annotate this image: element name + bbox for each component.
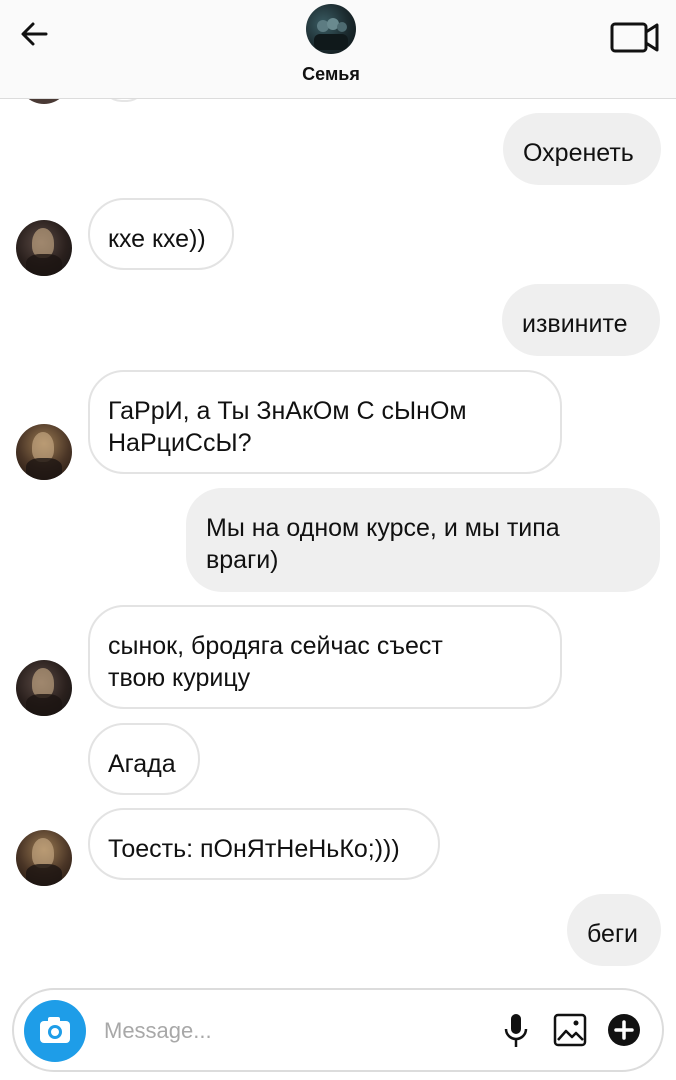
- message-bubble-incoming[interactable]: ГаРрИ, а Ты ЗнАкОм С сЫнОм НаРциСсЫ?: [88, 370, 562, 474]
- image-icon: [553, 1013, 587, 1047]
- message-input[interactable]: [102, 1010, 476, 1052]
- camera-icon: [40, 1017, 70, 1043]
- chat-header: Семья: [0, 0, 676, 99]
- message-text-line: ГаРрИ, а Ты ЗнАкОм С сЫнОм: [108, 397, 467, 425]
- message-text: кхе кхе)): [108, 225, 206, 253]
- message-bubble-incoming[interactable]: Агада: [88, 723, 200, 795]
- message-bubble-incoming[interactable]: кхе кхе)): [88, 198, 234, 270]
- message-text-line: НаРциСсЫ?: [108, 429, 252, 457]
- more-options-button[interactable]: [606, 1012, 642, 1048]
- camera-button[interactable]: [24, 1000, 86, 1062]
- group-avatar[interactable]: [306, 4, 356, 54]
- message-text-line: враги): [206, 546, 279, 574]
- message-bubble-outgoing[interactable]: извините: [502, 284, 660, 356]
- video-call-button[interactable]: [608, 18, 662, 58]
- gallery-button[interactable]: [552, 1012, 588, 1048]
- avatar[interactable]: [16, 220, 72, 276]
- message-text: беги: [587, 920, 639, 948]
- microphone-icon: [504, 1014, 528, 1047]
- microphone-button[interactable]: [502, 1012, 530, 1050]
- message-bubble-outgoing[interactable]: Мы на одном курсе, и мы типа враги): [186, 488, 660, 592]
- message-text-line: твою курицу: [108, 664, 251, 692]
- message-bubble-outgoing[interactable]: Охренеть: [503, 113, 661, 185]
- message-text: Тоесть: пОнЯтНеНьКо;))): [108, 835, 400, 863]
- message-composer: [12, 988, 664, 1072]
- message-text: извините: [522, 310, 628, 338]
- plus-circle-icon: [608, 1014, 640, 1046]
- back-button[interactable]: [14, 14, 54, 54]
- message-bubble-incoming[interactable]: Тоесть: пОнЯтНеНьКо;))): [88, 808, 440, 880]
- message-bubble-outgoing[interactable]: беги: [567, 894, 661, 966]
- message-bubble-incoming[interactable]: сынок, бродяга сейчас съест твою курицу: [88, 605, 562, 709]
- message-text: Охренеть: [523, 139, 634, 167]
- arrow-left-icon: [21, 22, 48, 46]
- avatar[interactable]: [16, 424, 72, 480]
- video-camera-icon: [610, 22, 659, 53]
- chat-title[interactable]: Семья: [0, 64, 662, 85]
- group-photo: [314, 18, 348, 50]
- message-text-line: сынок, бродяга сейчас съест: [108, 632, 443, 660]
- message-text-line: Мы на одном курсе, и мы типа: [206, 514, 560, 542]
- message-text: Агада: [108, 750, 176, 778]
- avatar[interactable]: [16, 660, 72, 716]
- avatar[interactable]: [16, 830, 72, 886]
